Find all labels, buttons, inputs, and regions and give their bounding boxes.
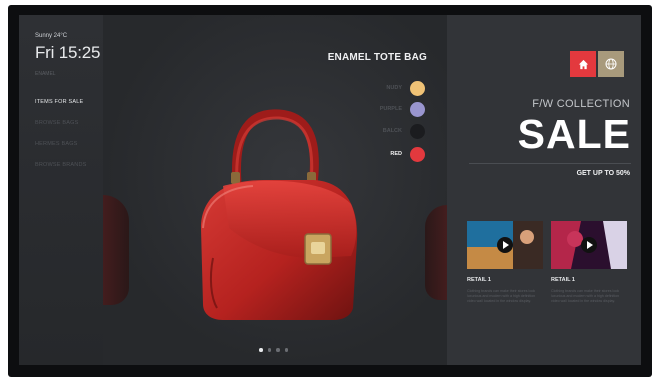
previous-product-peek[interactable] xyxy=(103,195,129,305)
carousel-pager xyxy=(259,348,288,352)
video-thumbnail[interactable] xyxy=(551,221,627,269)
card-description: Clothing brands can make their stores lo… xyxy=(551,289,620,303)
clock: Fri 15:25 xyxy=(35,43,101,62)
divider xyxy=(469,163,631,164)
color-swatch[interactable] xyxy=(410,80,425,96)
color-label: NUDY xyxy=(386,85,402,91)
card-title: RETAIL 1 xyxy=(467,277,491,283)
color-option-black[interactable]: BALCK xyxy=(382,123,425,139)
clock-subtitle: ENAMEL xyxy=(35,71,56,77)
play-icon[interactable] xyxy=(581,237,597,253)
play-icon[interactable] xyxy=(497,237,513,253)
color-option-nudy[interactable]: NUDY xyxy=(386,80,425,96)
pager-dot[interactable] xyxy=(276,348,280,352)
offer-text: GET UP TO 50% xyxy=(576,170,630,177)
collection-label: F/W COLLECTION xyxy=(532,98,630,110)
color-swatch[interactable] xyxy=(410,123,425,139)
retail-card[interactable]: RETAIL 1 Clothing brands can make their … xyxy=(551,221,627,304)
color-swatch[interactable] xyxy=(410,146,425,162)
product-stage: ENAMEL TOTE BAG NUDY PURPLE BALCK RED xyxy=(103,15,447,365)
color-option-purple[interactable]: PURPLE xyxy=(379,101,425,117)
menu-item-browse-brands[interactable]: BROWSE BRANDS xyxy=(35,162,87,168)
color-label: BALCK xyxy=(382,128,402,134)
next-product-peek[interactable] xyxy=(425,205,447,300)
menu-item-browse-bags[interactable]: BROWSE BAGS xyxy=(35,120,87,126)
pager-dot[interactable] xyxy=(267,348,271,352)
card-description: Clothing brands can make their stores lo… xyxy=(467,289,536,303)
menu-item-hermes-bags[interactable]: HERMES BAGS xyxy=(35,141,87,147)
weather-text: Sunny 24°C xyxy=(35,33,68,39)
handbag-image xyxy=(201,109,358,320)
menu-item-items-for-sale[interactable]: ITEMS FOR SALE xyxy=(35,99,87,105)
sale-headline: SALE xyxy=(517,111,631,157)
color-option-red[interactable]: RED xyxy=(390,146,425,162)
card-title: RETAIL 1 xyxy=(551,277,575,283)
video-thumbnail[interactable] xyxy=(467,221,543,269)
promo-panel: F/W COLLECTION SALE GET UP TO 50% RETAIL… xyxy=(447,15,641,365)
color-label: PURPLE xyxy=(379,106,402,112)
home-button[interactable] xyxy=(570,51,596,77)
color-label: RED xyxy=(390,151,402,157)
home-icon xyxy=(578,59,588,69)
globe-icon xyxy=(605,58,617,70)
side-menu: ITEMS FOR SALE BROWSE BAGS HERMES BAGS B… xyxy=(35,99,87,183)
product-title: ENAMEL TOTE BAG xyxy=(327,52,427,63)
retail-card[interactable]: RETAIL 1 Clothing brands can make their … xyxy=(467,221,543,304)
pager-dot[interactable] xyxy=(259,348,263,352)
language-button[interactable] xyxy=(598,51,624,77)
color-swatch[interactable] xyxy=(410,101,425,117)
pager-dot[interactable] xyxy=(284,348,288,352)
signage-screen: Sunny 24°C Fri 15:25 ENAMEL ITEMS FOR SA… xyxy=(19,15,641,365)
left-panel: Sunny 24°C Fri 15:25 ENAMEL ITEMS FOR SA… xyxy=(19,15,103,365)
